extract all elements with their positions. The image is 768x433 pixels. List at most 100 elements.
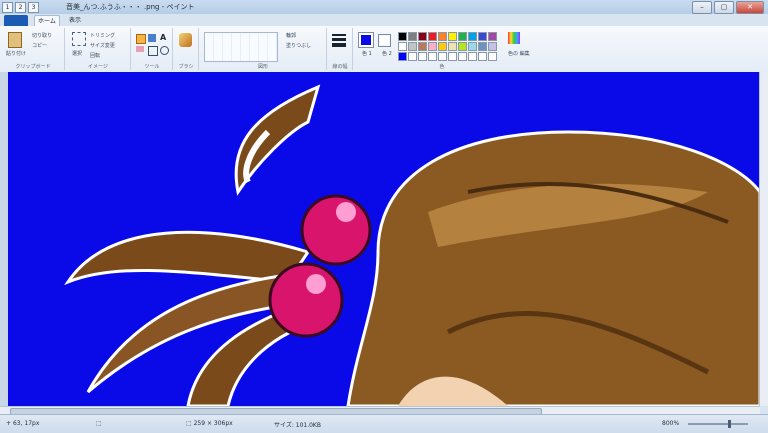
shapes-gallery[interactable] [204, 32, 278, 62]
quick-access-1[interactable]: 1 [2, 2, 13, 13]
brush-icon[interactable] [179, 33, 192, 47]
quick-access-2[interactable]: 2 [15, 2, 26, 13]
brushes-label: ブラシ [178, 64, 194, 70]
size-label: 線の幅 [332, 64, 348, 70]
pencil-icon[interactable] [136, 34, 146, 44]
fill-button[interactable]: 塗りつぶし [286, 42, 311, 49]
color1-fill [361, 35, 371, 45]
select-button[interactable]: 選択 [72, 50, 82, 57]
outline-button[interactable]: 輪郭 [286, 32, 296, 39]
canvas-area[interactable] [0, 72, 768, 406]
color2-swatch[interactable] [378, 34, 391, 47]
resize-button[interactable]: サイズ変更 [90, 42, 115, 49]
image-group: 選択 トリミング サイズ変更 回転 イメージ [66, 28, 131, 70]
title-bar: 1 2 3 音美_んつ.ふうふ・・・ .png - ペイント – ▢ ✕ [0, 0, 768, 14]
color2-label: 色 2 [382, 51, 392, 57]
palette-swatch[interactable] [488, 32, 497, 41]
quick-access-3[interactable]: 3 [28, 2, 39, 13]
vertical-scrollbar[interactable] [759, 72, 768, 406]
quick-access-toolbar: 1 2 3 [2, 2, 39, 13]
palette-swatch[interactable] [458, 32, 467, 41]
image-label: イメージ [88, 64, 108, 70]
copy-button[interactable]: コピー [32, 42, 47, 49]
cut-button[interactable]: 切り取り [32, 32, 52, 39]
hair-bobble-upper [300, 194, 372, 266]
color1-swatch[interactable] [358, 32, 374, 48]
ribbon: 貼り付け 切り取り コピー クリップボード 選択 トリミング サイズ変更 回転 … [0, 26, 768, 73]
tab-view[interactable]: 表示 [66, 15, 84, 26]
palette-swatch[interactable] [418, 52, 427, 61]
palette-swatch[interactable] [478, 52, 487, 61]
zoom-slider[interactable] [688, 420, 748, 428]
palette-swatch[interactable] [468, 52, 477, 61]
size-group: 線の幅 [328, 28, 353, 70]
line-size-icon[interactable] [332, 34, 346, 36]
palette-swatch[interactable] [428, 52, 437, 61]
clipboard-label: クリップボード [15, 64, 51, 70]
clipboard-group: 貼り付け 切り取り コピー クリップボード [2, 28, 65, 70]
zoom-level: 800% [662, 420, 680, 427]
tools-group: A ツール [132, 28, 173, 70]
palette-swatch[interactable] [448, 32, 457, 41]
line-size-icon-3 [332, 43, 346, 47]
color-picker-icon[interactable] [148, 46, 158, 56]
fill-icon[interactable] [148, 34, 156, 42]
hair-bobble-upper-shine [336, 202, 356, 222]
palette-swatch[interactable] [458, 42, 467, 51]
palette-swatch[interactable] [488, 42, 497, 51]
colors-group: 色 1 色 2 色の 編集 色 [354, 28, 530, 70]
palette-swatch[interactable] [438, 52, 447, 61]
palette-swatch[interactable] [428, 32, 437, 41]
close-button[interactable]: ✕ [736, 1, 764, 14]
palette-swatch[interactable] [468, 32, 477, 41]
maximize-button[interactable]: ▢ [714, 1, 734, 14]
colors-label: 色 [439, 64, 445, 70]
palette-swatch[interactable] [398, 52, 407, 61]
edit-colors-button[interactable]: 色の 編集 [508, 50, 530, 57]
tools-label: ツール [144, 64, 160, 70]
palette-swatch[interactable] [448, 42, 457, 51]
palette-swatch[interactable] [428, 42, 437, 51]
window-title: 音美_んつ.ふうふ・・・ .png - ペイント [66, 3, 195, 11]
line-size-icon-2 [332, 38, 346, 41]
paste-icon[interactable] [8, 32, 22, 48]
palette-swatch[interactable] [408, 42, 417, 51]
magnifier-icon[interactable] [160, 46, 169, 55]
edit-colors-icon[interactable] [508, 32, 520, 44]
palette-swatch[interactable] [478, 32, 487, 41]
hair-bobble-lower [268, 262, 344, 338]
cursor-position: + 63, 17px [6, 420, 40, 427]
drawing-canvas[interactable] [8, 72, 768, 406]
palette-swatch[interactable] [408, 52, 417, 61]
hair-bobble-lower-shine [306, 274, 326, 294]
zoom-slider-handle[interactable] [728, 420, 731, 428]
palette-swatch[interactable] [398, 42, 407, 51]
palette-swatch[interactable] [478, 42, 487, 51]
palette-swatch[interactable] [438, 32, 447, 41]
palette-swatch[interactable] [398, 32, 407, 41]
shapes-group: 輪郭 塗りつぶし 図形 [200, 28, 327, 70]
color1-label: 色 1 [362, 51, 372, 57]
palette-swatch[interactable] [438, 42, 447, 51]
status-bar: + 63, 17px ⬚ ⬚ 259 × 306px サイズ: 101.0KB … [0, 414, 768, 433]
palette-swatch[interactable] [418, 32, 427, 41]
select-icon[interactable] [72, 32, 86, 46]
palette-swatch[interactable] [458, 52, 467, 61]
image-dimensions: ⬚ 259 × 306px [186, 420, 233, 427]
color2-fill [380, 36, 389, 45]
palette-swatch[interactable] [418, 42, 427, 51]
palette-swatch[interactable] [408, 32, 417, 41]
file-menu-button[interactable] [4, 15, 28, 26]
eraser-icon[interactable] [136, 46, 144, 52]
palette-swatch[interactable] [488, 52, 497, 61]
rotate-button[interactable]: 回転 [90, 52, 100, 59]
minimize-button[interactable]: – [692, 1, 712, 14]
file-size: サイズ: 101.0KB [274, 422, 321, 429]
palette-swatch[interactable] [468, 42, 477, 51]
crop-button[interactable]: トリミング [90, 32, 115, 39]
paste-button[interactable]: 貼り付け [6, 50, 26, 57]
brushes-group: ブラシ [174, 28, 199, 70]
palette-swatch[interactable] [448, 52, 457, 61]
text-icon[interactable]: A [160, 33, 166, 42]
ribbon-tabs: ホーム 表示 [0, 14, 768, 27]
